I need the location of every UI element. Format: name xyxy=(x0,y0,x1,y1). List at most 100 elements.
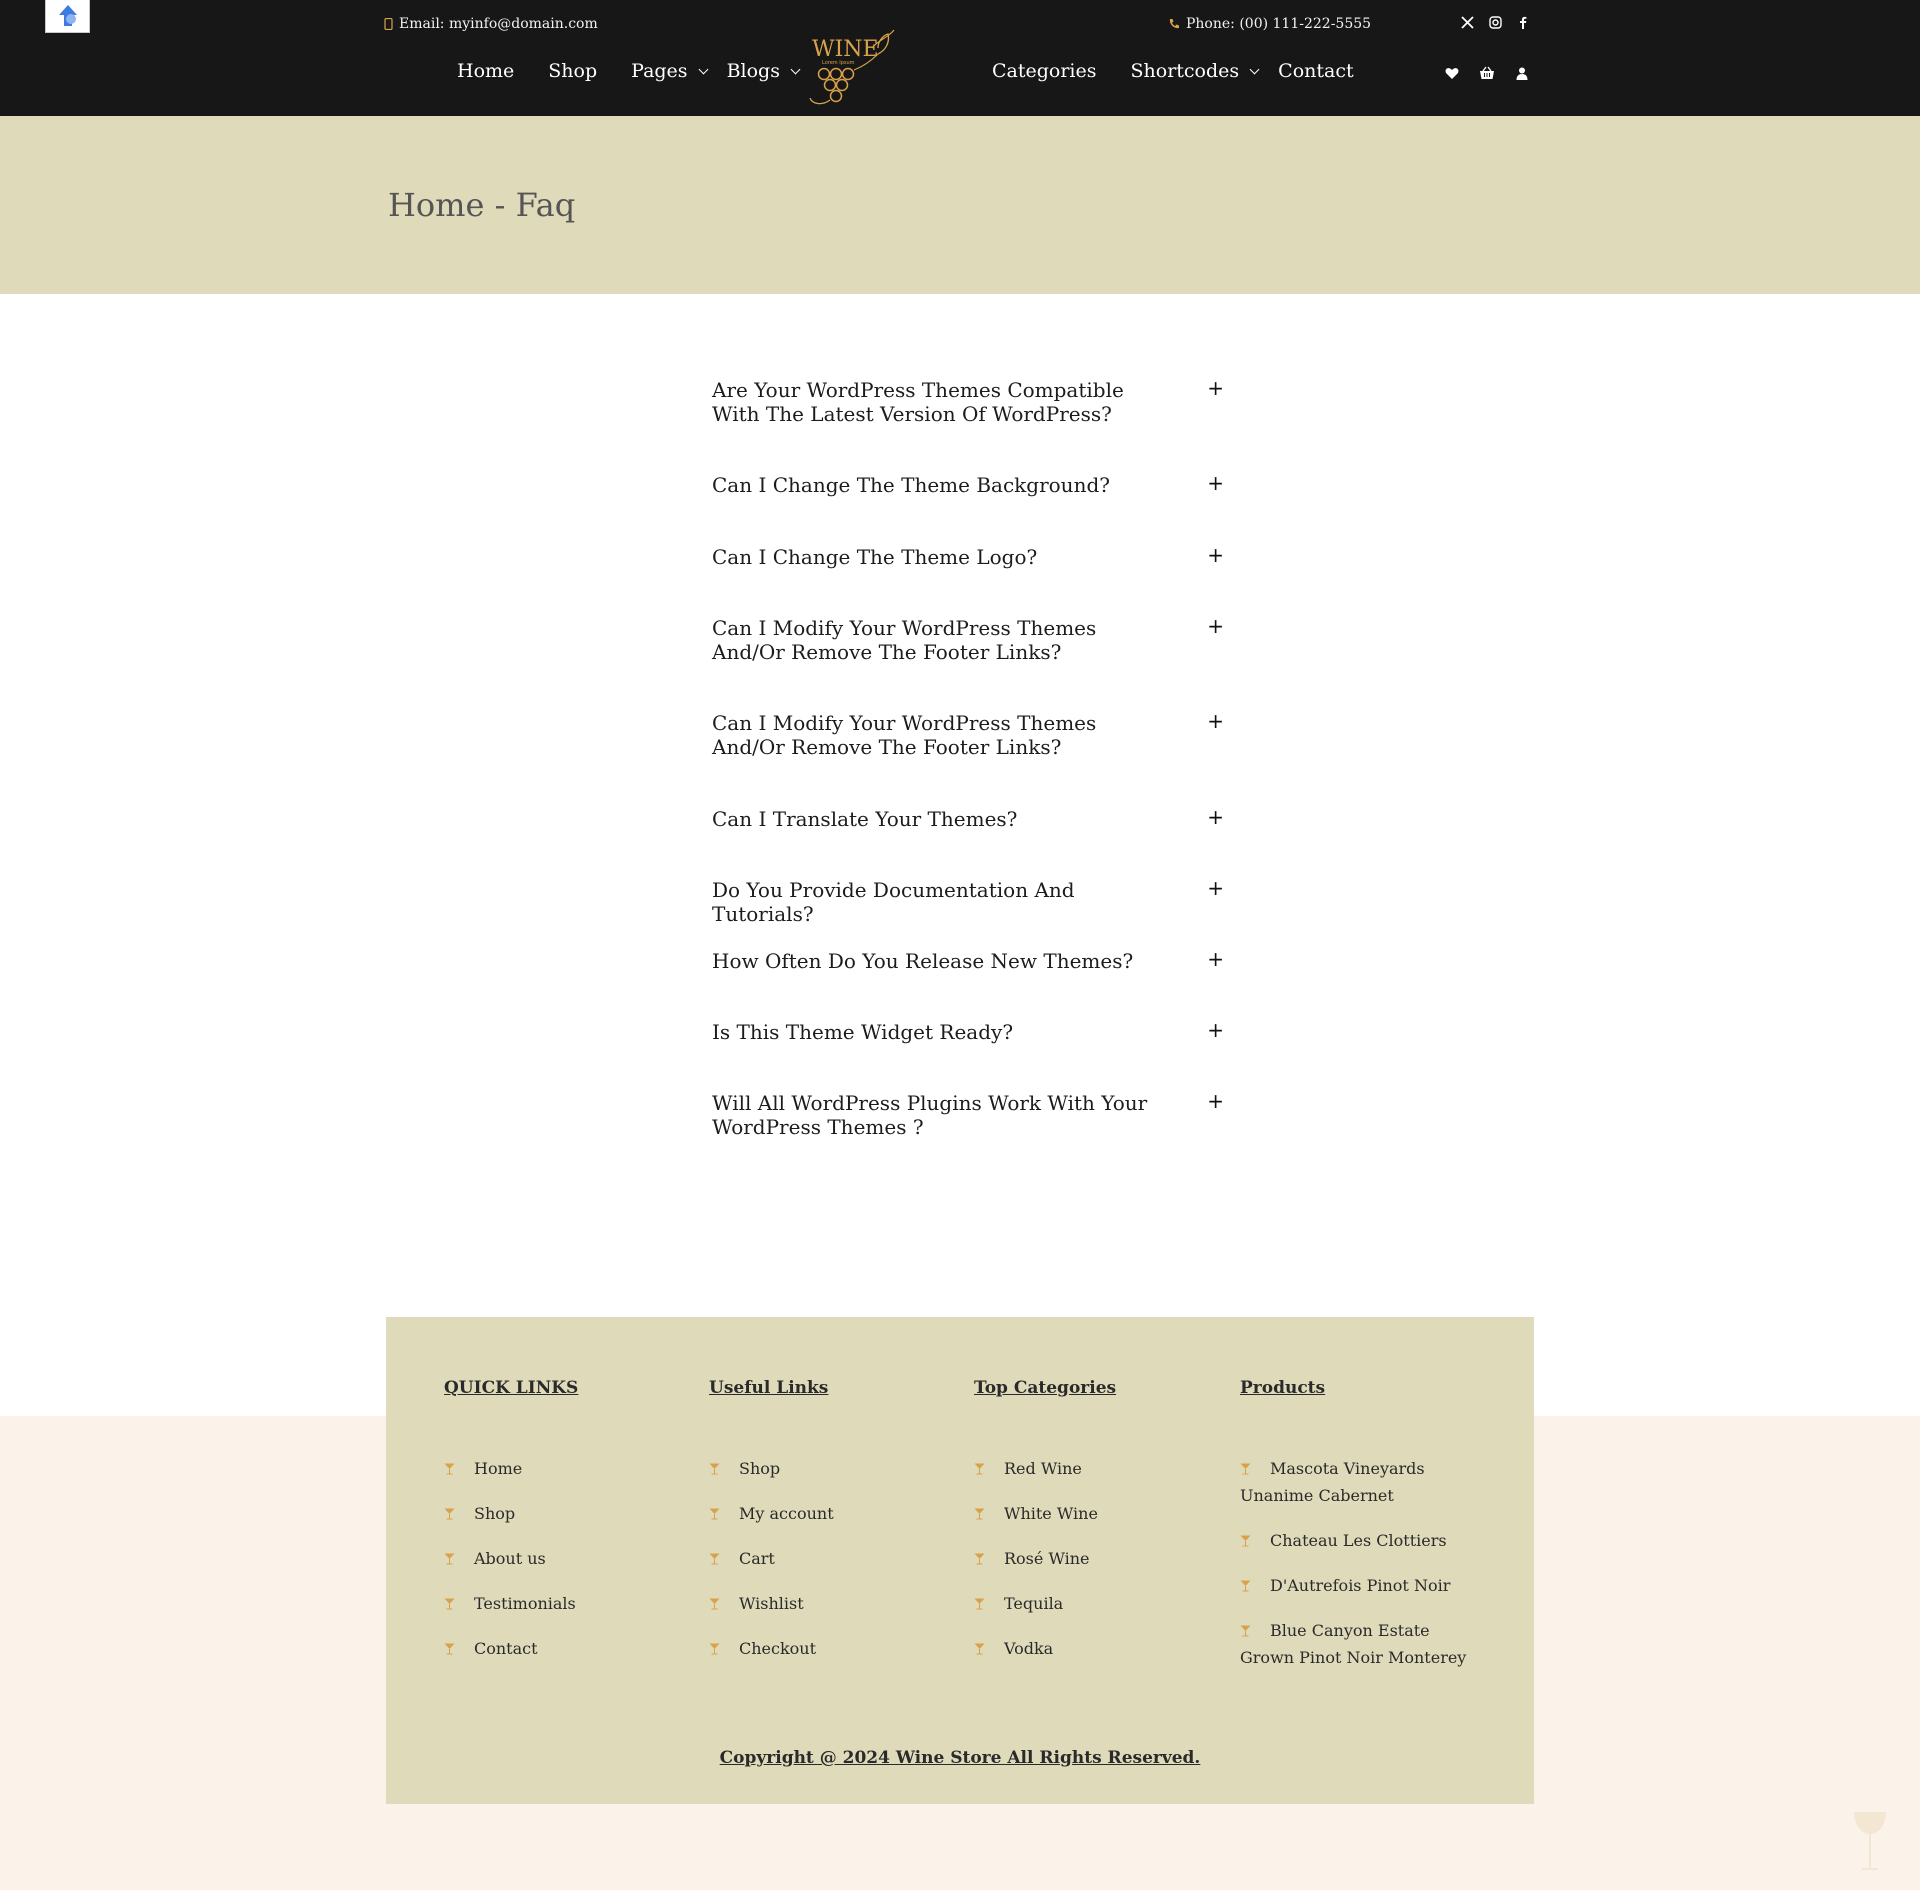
footer-link[interactable]: My account xyxy=(709,1500,949,1527)
footer-column-quick-links: QUICK LINKS Home Shop About us Testimoni… xyxy=(444,1378,684,1680)
faq-question: Will All WordPress Plugins Work With You… xyxy=(712,1091,1148,1139)
wine-glass-icon xyxy=(1240,1463,1251,1474)
footer-link[interactable]: Testimonials xyxy=(444,1590,684,1617)
footer-link[interactable]: Vodka xyxy=(974,1635,1214,1662)
plus-icon[interactable]: + xyxy=(1207,1089,1224,1113)
faq-item[interactable]: Do You Provide Documentation And Tutoria… xyxy=(712,876,1224,926)
faq-question: Can I Translate Your Themes? xyxy=(712,807,1018,831)
instagram-icon[interactable] xyxy=(1488,15,1502,29)
faq-item[interactable]: Is This Theme Widget Ready? + xyxy=(712,1018,1224,1044)
page-title-band xyxy=(0,116,1920,294)
footer-link[interactable]: Shop xyxy=(444,1500,684,1527)
footer-link[interactable]: Tequila xyxy=(974,1590,1214,1617)
topbar-phone[interactable]: Phone: (00) 111-222-5555 xyxy=(1168,16,1371,32)
faq-question: Are Your WordPress Themes Compatible Wit… xyxy=(712,378,1124,426)
phone-text: Phone: (00) 111-222-5555 xyxy=(1186,16,1372,32)
copyright-text[interactable]: Copyright @ 2024 Wine Store All Rights R… xyxy=(386,1748,1534,1768)
heart-icon[interactable] xyxy=(1443,64,1461,82)
site-logo[interactable]: WINE Lorem Ipsum xyxy=(808,26,912,108)
chevron-down-icon xyxy=(698,64,709,75)
faq-item[interactable]: Can I Translate Your Themes? + xyxy=(712,805,1224,831)
x-icon[interactable] xyxy=(1460,15,1474,29)
plus-icon[interactable]: + xyxy=(1207,1018,1224,1042)
scroll-top-button[interactable] xyxy=(45,0,90,33)
footer-link-label: Testimonials xyxy=(474,1594,576,1613)
footer-link[interactable]: Red Wine xyxy=(974,1455,1214,1482)
wine-glass-icon xyxy=(444,1508,455,1519)
arrow-up-icon xyxy=(58,5,77,26)
primary-nav-right: Categories Shortcodes Contact xyxy=(992,60,1388,82)
plus-icon[interactable]: + xyxy=(1207,876,1224,900)
plus-icon[interactable]: + xyxy=(1207,805,1224,829)
footer-link[interactable]: Chateau Les Clottiers xyxy=(1240,1527,1480,1554)
footer-link-label: Vodka xyxy=(1004,1639,1054,1658)
logo-subtext: Lorem Ipsum xyxy=(822,60,855,66)
nav-pages[interactable]: Pages xyxy=(631,60,709,82)
footer-link[interactable]: About us xyxy=(444,1545,684,1572)
plus-icon[interactable]: + xyxy=(1207,543,1224,567)
topbar-email[interactable]: Email: myinfo@domain.com xyxy=(384,16,598,32)
faq-question: Can I Change The Theme Logo? xyxy=(712,545,1038,569)
footer-link[interactable]: Rosé Wine xyxy=(974,1545,1214,1572)
faq-item[interactable]: Are Your WordPress Themes Compatible Wit… xyxy=(712,376,1224,426)
wine-glass-icon xyxy=(709,1508,720,1519)
faq-item[interactable]: Can I Change The Theme Logo? + xyxy=(712,543,1224,569)
footer-link-label: D'Autrefois Pinot Noir xyxy=(1270,1576,1451,1595)
plus-icon[interactable]: + xyxy=(1207,614,1224,638)
wine-glass-icon xyxy=(974,1463,985,1474)
social-links xyxy=(1460,15,1530,29)
basket-icon[interactable] xyxy=(1478,64,1496,82)
faq-item[interactable]: Will All WordPress Plugins Work With You… xyxy=(712,1089,1224,1139)
nav-blogs[interactable]: Blogs xyxy=(726,60,801,82)
nav-home[interactable]: Home xyxy=(457,60,514,82)
plus-icon[interactable]: + xyxy=(1207,471,1224,495)
footer-link[interactable]: Contact xyxy=(444,1635,684,1662)
wine-glass-icon xyxy=(1240,1625,1251,1636)
plus-icon[interactable]: + xyxy=(1207,709,1224,733)
footer-column-useful-links: Useful Links Shop My account Cart Wishli… xyxy=(709,1378,949,1680)
footer-link[interactable]: D'Autrefois Pinot Noir xyxy=(1240,1572,1480,1599)
faq-question: Is This Theme Widget Ready? xyxy=(712,1020,1014,1044)
faq-item[interactable]: Can I Modify Your WordPress Themes And/O… xyxy=(712,614,1224,664)
plus-icon[interactable]: + xyxy=(1207,376,1224,400)
footer-link-label: Mascota Vineyards Unanime Cabernet xyxy=(1240,1459,1425,1505)
user-icon[interactable] xyxy=(1513,64,1531,82)
footer-link[interactable]: Checkout xyxy=(709,1635,949,1662)
footer-link-label: Shop xyxy=(474,1504,516,1523)
footer-link[interactable]: White Wine xyxy=(974,1500,1214,1527)
faq-item[interactable]: Can I Modify Your WordPress Themes And/O… xyxy=(712,709,1224,759)
nav-label: Blogs xyxy=(726,60,780,82)
footer-link-label: Red Wine xyxy=(1004,1459,1082,1478)
nav-shop[interactable]: Shop xyxy=(548,60,597,82)
footer-link[interactable]: Home xyxy=(444,1455,684,1482)
nav-label: Pages xyxy=(631,60,688,82)
wine-glass-icon xyxy=(974,1553,985,1564)
footer-link-label: Blue Canyon Estate Grown Pinot Noir Mont… xyxy=(1240,1621,1467,1667)
footer-link[interactable]: Shop xyxy=(709,1455,949,1482)
nav-contact[interactable]: Contact xyxy=(1278,60,1353,82)
faq-question: Do You Provide Documentation And Tutoria… xyxy=(712,878,1075,926)
nav-shortcodes[interactable]: Shortcodes xyxy=(1131,60,1260,82)
facebook-icon[interactable] xyxy=(1516,15,1530,29)
wine-glass-icon xyxy=(709,1598,720,1609)
footer-link[interactable]: Wishlist xyxy=(709,1590,949,1617)
wine-glass-icon xyxy=(1240,1580,1251,1591)
footer-link-label: About us xyxy=(474,1549,546,1568)
footer-link[interactable]: Cart xyxy=(709,1545,949,1572)
plus-icon[interactable]: + xyxy=(1207,947,1224,971)
site-header: Email: myinfo@domain.com Phone: (00) 111… xyxy=(0,0,1920,116)
wine-glass-icon xyxy=(974,1598,985,1609)
footer-link-label: Tequila xyxy=(1004,1594,1064,1613)
faq-item[interactable]: How Often Do You Release New Themes? + xyxy=(712,947,1224,973)
faq-item[interactable]: Can I Change The Theme Background? + xyxy=(712,471,1224,497)
footer-link[interactable]: Mascota Vineyards Unanime Cabernet xyxy=(1240,1455,1480,1509)
header-actions xyxy=(1443,64,1531,82)
wine-glass-icon xyxy=(974,1508,985,1519)
nav-categories[interactable]: Categories xyxy=(992,60,1097,82)
wine-glass-icon xyxy=(444,1643,455,1654)
footer-link[interactable]: Blue Canyon Estate Grown Pinot Noir Mont… xyxy=(1240,1617,1480,1671)
wine-glass-decoration-icon xyxy=(1854,1812,1886,1870)
logo-text: WINE xyxy=(812,37,879,62)
footer-link-label: Chateau Les Clottiers xyxy=(1270,1531,1447,1550)
faq-question: Can I Modify Your WordPress Themes And/O… xyxy=(712,616,1097,664)
